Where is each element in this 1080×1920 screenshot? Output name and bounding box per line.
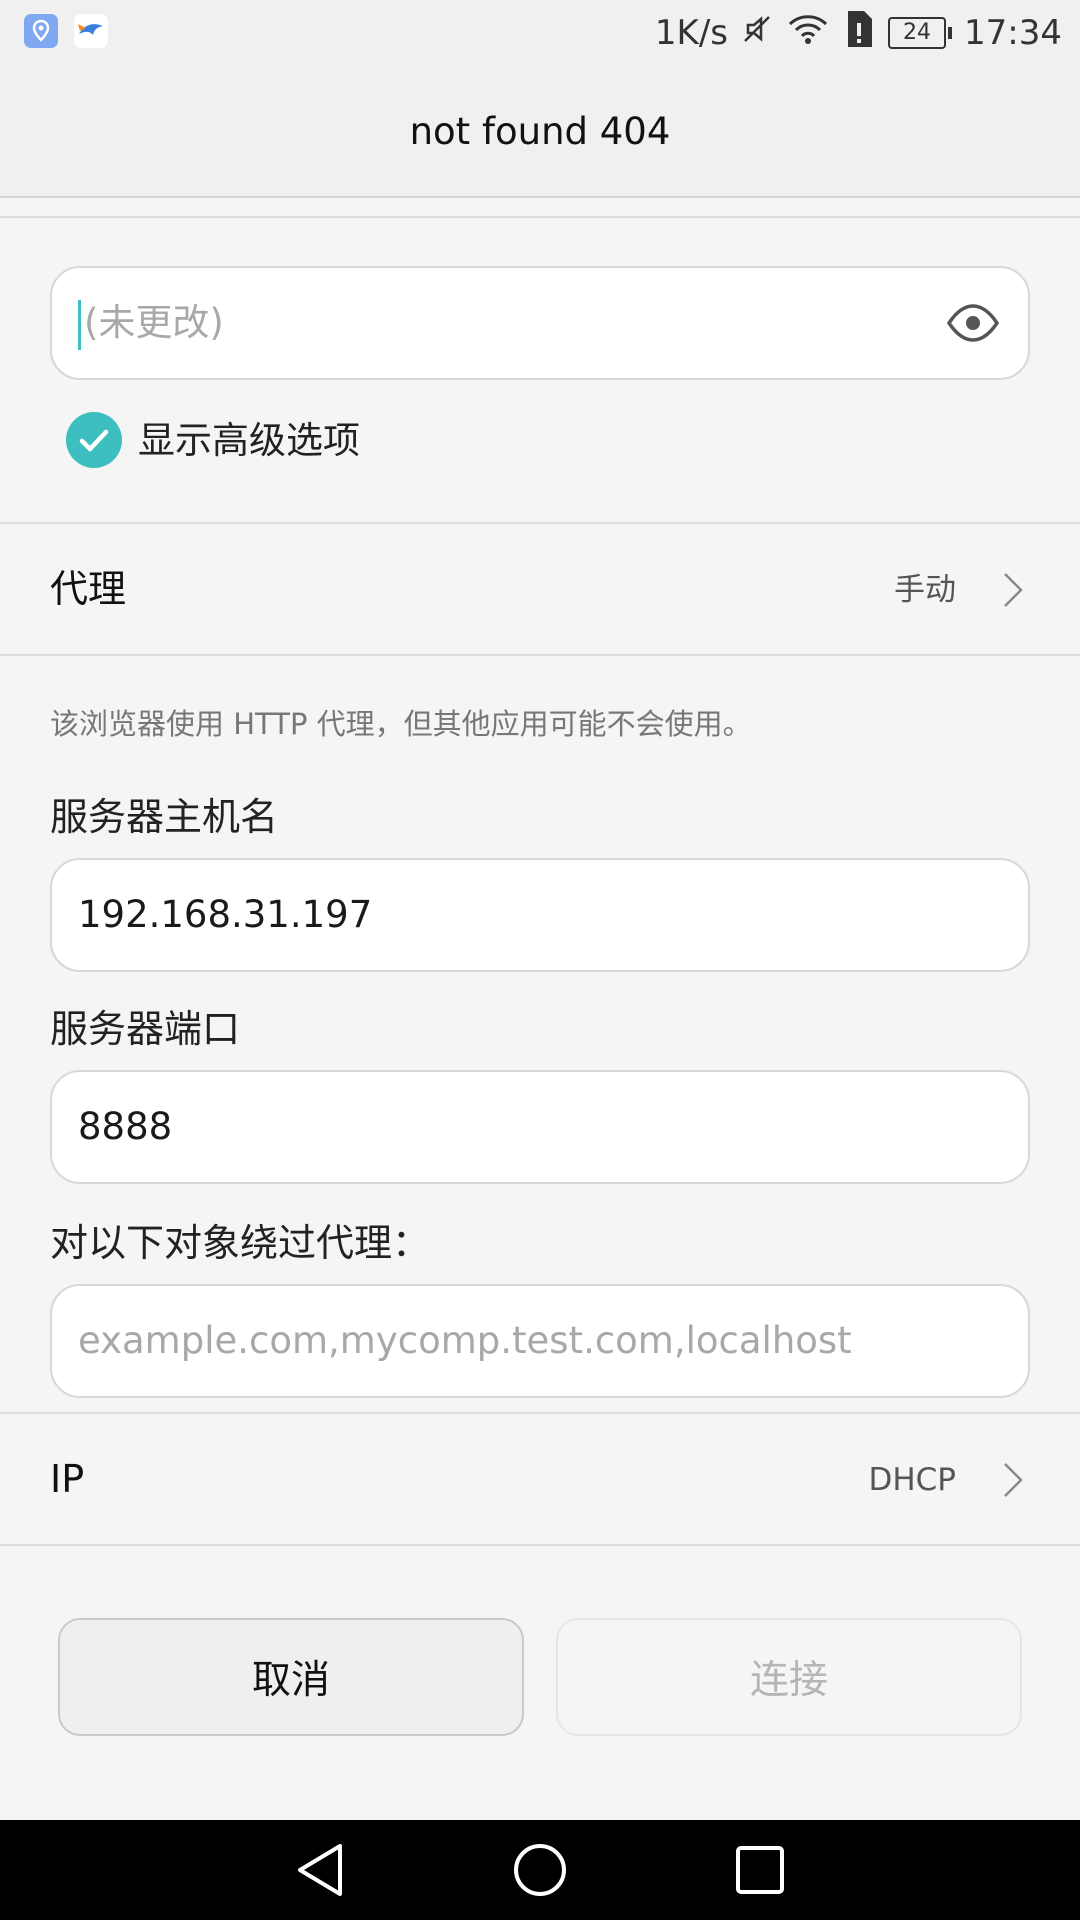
port-field[interactable]: 8888 <box>50 1070 1030 1184</box>
bypass-placeholder: example.com,mycomp.test.com,localhost <box>78 1319 852 1362</box>
password-field[interactable]: (未更改) <box>50 266 1030 380</box>
battery-level: 24 <box>888 17 947 49</box>
show-password-eye-icon[interactable] <box>946 300 1000 346</box>
host-field[interactable]: 192.168.31.197 <box>50 858 1030 972</box>
bypass-label: 对以下对象绕过代理： <box>50 1221 431 1265</box>
cancel-button[interactable]: 取消 <box>58 1618 524 1736</box>
divider <box>0 654 1080 656</box>
divider <box>0 1544 1080 1546</box>
mute-icon <box>740 12 774 55</box>
host-value: 192.168.31.197 <box>78 893 373 936</box>
status-right-cluster: 1K/s 24 17:34 <box>655 0 1062 66</box>
port-label: 服务器端口 <box>50 1007 241 1051</box>
ip-row[interactable]: IP DHCP <box>0 1414 1080 1544</box>
check-icon <box>79 429 109 452</box>
proxy-note: 该浏览器使用 HTTP 代理，但其他应用可能不会使用。 <box>50 707 752 741</box>
header-divider <box>0 216 1080 218</box>
bird-app-icon <box>74 14 108 48</box>
advanced-options-checkbox[interactable] <box>66 412 122 468</box>
page-title: not found 404 <box>409 110 671 153</box>
advanced-options-label: 显示高级选项 <box>138 419 360 462</box>
text-cursor <box>78 300 81 350</box>
navigation-bar <box>0 1820 1080 1920</box>
status-bar: 1K/s 24 17:34 <box>0 0 1080 66</box>
location-app-icon <box>24 14 58 48</box>
battery-icon: 24 <box>888 17 953 49</box>
chevron-right-icon <box>1002 572 1024 608</box>
back-icon[interactable] <box>294 1842 346 1902</box>
host-label: 服务器主机名 <box>50 795 279 839</box>
password-placeholder: (未更改) <box>84 301 224 344</box>
ip-value: DHCP <box>868 1462 956 1498</box>
port-value: 8888 <box>78 1105 173 1148</box>
chevron-right-icon <box>1002 1462 1024 1498</box>
proxy-label: 代理 <box>50 567 127 611</box>
proxy-value: 手动 <box>894 572 956 608</box>
sim-alert-icon <box>842 9 876 58</box>
home-icon[interactable] <box>512 1842 568 1902</box>
clock: 17:34 <box>964 13 1062 53</box>
connect-button[interactable]: 连接 <box>556 1618 1022 1736</box>
ip-label: IP <box>50 1457 85 1501</box>
bypass-field[interactable]: example.com,mycomp.test.com,localhost <box>50 1284 1030 1398</box>
wifi-icon <box>786 12 830 55</box>
net-speed: 1K/s <box>654 13 729 53</box>
proxy-row[interactable]: 代理 手动 <box>0 524 1080 654</box>
recents-icon[interactable] <box>734 1844 786 1900</box>
